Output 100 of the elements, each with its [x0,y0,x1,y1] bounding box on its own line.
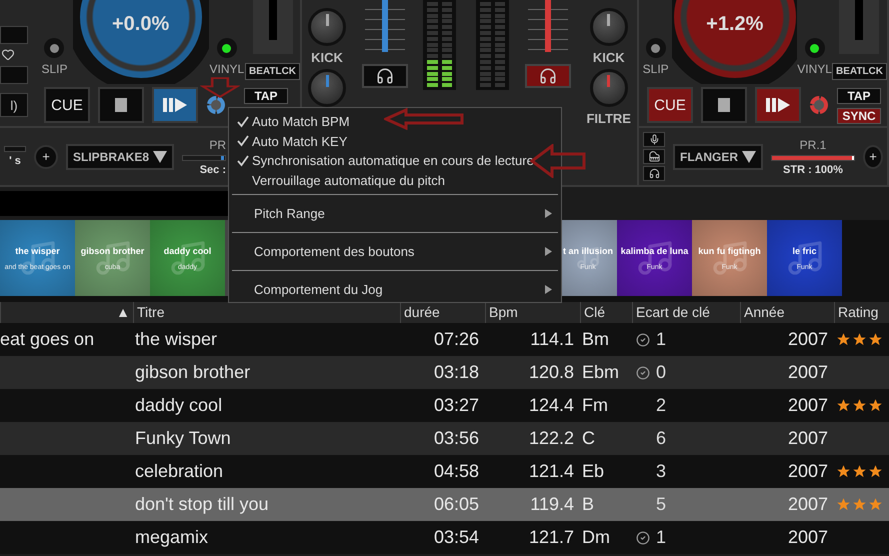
table-cell-text: 122.2 [528,428,575,449]
table-cell: 3 [656,461,666,482]
sync-button[interactable]: SYNC [837,108,881,124]
submenu-arrow-icon [545,285,552,294]
star-icon [852,497,867,512]
track-row[interactable]: Funky Town 03:56 122.2 C 6 2007 [0,422,889,455]
table-cell: 1 [656,329,666,350]
tile-title: kalimba de luna [620,246,688,256]
track-row[interactable]: megamix 03:54 121.7 Dm 1 2007 [0,521,889,554]
submenu-arrow-icon [545,247,552,256]
table-cell-text: 07:26 [432,329,480,350]
knob[interactable] [308,69,346,107]
cue-button[interactable]: CUE [647,87,693,123]
table-cell-text: Dm [581,527,611,548]
menu-item[interactable]: Synchronisation automatique en cours de lecture [229,151,561,170]
star-icon [836,464,851,479]
tile-title: the wisper [15,246,60,256]
menu-item[interactable]: Comportement du Jog [232,270,558,308]
table-cell-text: 2007 [786,461,829,482]
slip-indicator[interactable] [44,38,64,58]
table-cell-text: C [581,428,596,449]
table-cell-text: the wisper [134,329,218,350]
headphones-button[interactable] [362,64,408,88]
parameter-slider[interactable] [182,154,226,160]
headphones-button[interactable] [643,166,665,181]
table-cell: 1 [656,527,666,548]
vinyl-label: VINYL [797,62,832,76]
table-cell-text: 121.4 [528,461,575,482]
play-pause-button[interactable] [152,87,198,123]
jog-wheel[interactable]: +1.2% [672,0,798,84]
knob[interactable] [590,8,628,46]
knob[interactable] [590,69,628,107]
track-row[interactable]: daddy cool 03:27 124.4 Fm 2 2007 [0,389,889,422]
menu-item[interactable]: Auto Match BPM [229,112,561,132]
cue-button[interactable]: CUE [44,87,90,123]
table-cell-text: 2007 [786,395,829,416]
vinyl-indicator[interactable] [216,38,237,58]
table-cell-text: Ebm [581,362,620,383]
plus-button[interactable]: + [34,144,58,168]
knob[interactable] [308,8,346,46]
play-pause-button[interactable] [755,87,801,123]
table-cell-text: 114.1 [529,329,575,350]
headphones-icon [648,168,660,179]
beatlock-label: BEATLCK [832,63,887,80]
menu-item[interactable]: Comportement des boutons [232,232,558,270]
slider-track[interactable] [4,146,26,152]
star-icon [868,332,883,347]
knob-label: KICK [592,50,625,65]
sync-ring-icon[interactable] [809,95,829,115]
caret-icon [742,150,756,162]
table-cell-text: gibson brother [134,362,252,383]
jog-wheel[interactable]: +0.0% [72,0,209,84]
track-row[interactable]: eat goes on the wisper 07:26 114.1 Bm 1 2007 [0,323,889,356]
checkmark-icon [237,135,249,148]
table-cell-text: megamix [134,527,210,548]
table-cell: 6 [656,428,666,449]
stop-button[interactable] [98,87,144,123]
parameter-reading: STR : 100% [783,164,843,176]
microphone-button[interactable] [643,132,665,147]
table-cell-text: B [581,494,596,515]
sync-ring-icon[interactable] [206,95,226,115]
vinyl-indicator[interactable] [804,38,825,58]
menu-item[interactable]: Verrouillage automatique du pitch [229,170,561,190]
track-row[interactable]: celebration 04:58 121.4 Eb 3 2007 [0,455,889,488]
star-icon [868,497,883,512]
star-icon [836,332,851,347]
effect-dropdown[interactable]: FLANGER [673,144,763,170]
track-row[interactable]: gibson brother 03:18 120.8 Ebm 0 2007 [0,356,889,389]
effect-dropdown[interactable]: SLIPBRAKE8 [66,144,174,170]
knob-label: FILTRE [586,111,631,126]
display-text: l) [10,98,18,112]
menu-item[interactable]: Auto Match KEY [229,132,561,151]
headphones-icon [376,67,394,85]
track-row[interactable]: don't stop till you 06:05 119.4 B 5 2007 [0,488,889,521]
tile-title: le fric [792,246,816,256]
table-cell-text: 2007 [786,494,829,515]
heart-icon[interactable] [0,48,16,62]
table-cell-text: daddy cool [134,395,224,416]
slip-label: SLIP [41,62,68,76]
tile-title: t an illusion [562,246,613,256]
plus-button[interactable]: + [863,144,883,168]
table-cell-text: 2007 [786,428,829,449]
submenu-arrow-icon [545,209,552,218]
table-cell-text: Eb [581,461,606,482]
tile-title: gibson brother [80,246,144,256]
play-pause-icon [163,98,187,112]
tap-button[interactable]: TAP [837,88,881,104]
table-cell-text: Funky Town [134,428,232,449]
stop-icon [115,98,127,112]
menu-item[interactable]: Pitch Range [232,194,558,232]
headphones-button[interactable] [524,64,571,88]
parameter-label: PR.1 [800,138,826,152]
star-icon [868,464,883,479]
keyboard-button[interactable] [643,149,665,164]
tap-button[interactable]: TAP [244,88,288,104]
stop-button[interactable] [701,87,747,123]
table-cell-text: 03:18 [432,362,480,383]
table-cell-text: 2007 [786,527,829,548]
table-cell-text: 06:05 [432,494,480,515]
slip-indicator[interactable] [646,38,666,58]
